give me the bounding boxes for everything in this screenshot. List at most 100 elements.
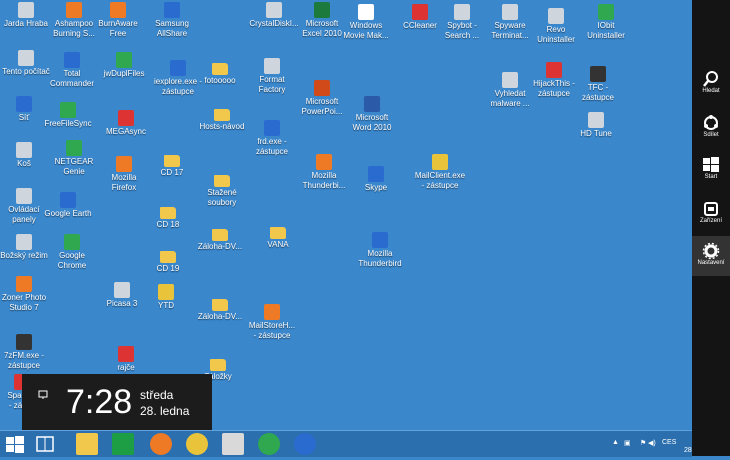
user-folder-icon — [18, 2, 34, 18]
internet-explorer-icon — [170, 60, 186, 76]
charm-share-label: Sdílet — [703, 132, 719, 138]
taskbar-firefox[interactable] — [150, 433, 172, 455]
firefox-icon — [116, 156, 132, 172]
thunderbird-icon — [316, 154, 332, 170]
devices-icon — [702, 200, 720, 218]
netgear-genie-icon — [66, 140, 82, 156]
thunderbird-icon — [372, 232, 388, 248]
folder-icon — [212, 229, 228, 241]
megasync-icon — [118, 110, 134, 126]
desktop-icon-chrome[interactable]: Google Chrome — [40, 234, 104, 271]
windows-logo-icon — [702, 156, 720, 174]
frd-icon — [264, 120, 280, 136]
folder-icon — [212, 63, 228, 75]
tray-language[interactable]: CES — [662, 439, 676, 446]
folder-icon — [214, 175, 230, 187]
desktop-icon-freefilesync[interactable]: FreeFileSync — [36, 102, 100, 129]
spybot-icon — [454, 4, 470, 20]
taskbar-desktop-button[interactable] — [34, 433, 56, 455]
tray-show-hidden-icon[interactable]: ▲ — [612, 439, 619, 446]
desktop-icon-7zfm[interactable]: 7zFM.exe - zástupce — [0, 334, 56, 371]
computer-icon — [18, 50, 34, 66]
charm-devices-label: Zařízení — [699, 218, 722, 224]
desktop[interactable]: Jarda Hraba Ashampoo Burning S... BurnAw… — [0, 0, 692, 430]
desktop-icon-samsung-allshare[interactable]: Samsung AllShare — [140, 2, 204, 39]
folder-icon — [214, 109, 230, 121]
windows-logo-icon — [6, 436, 24, 453]
clock-flyout: 7:28 středa 28. ledna — [22, 374, 212, 430]
charm-settings-label: Nastavení — [697, 260, 725, 266]
desktop-icon-word[interactable]: Microsoft Word 2010 — [340, 96, 404, 133]
samsung-allshare-icon — [164, 2, 180, 18]
taskbar: ▲ ▣ ⚑ ◀) CES 28 — [0, 430, 692, 457]
desktop-icon-megasync[interactable]: MEGAsync — [94, 110, 158, 137]
share-icon — [702, 114, 720, 132]
desktop-icon-frd[interactable]: frd.exe - zástupce — [240, 120, 304, 157]
monitor-icon — [38, 390, 48, 399]
malware-scan-icon — [502, 72, 518, 88]
ccleaner-icon — [412, 4, 428, 20]
jwduplfiles-icon — [116, 52, 132, 68]
desktop-icon-zoner-photo[interactable]: Zoner Photo Studio 7 — [0, 276, 56, 313]
tray-network-icon[interactable]: ▣ — [624, 439, 631, 447]
tray-flag-icon[interactable]: ⚑ — [640, 439, 646, 447]
ytd-icon — [158, 284, 174, 300]
mailclient-icon — [432, 154, 448, 170]
search-icon — [702, 70, 720, 88]
excel-icon — [314, 2, 330, 18]
desktop-icon-rajce[interactable]: rajče — [94, 346, 158, 373]
charm-share[interactable]: Sdílet — [692, 112, 730, 148]
desktop-icon-vana[interactable]: VANA — [246, 224, 310, 250]
taskbar-thunderbird[interactable] — [294, 433, 316, 455]
charm-start[interactable]: Start — [692, 154, 730, 190]
zoner-photo-icon — [16, 276, 32, 292]
taskbar-file-explorer[interactable] — [76, 433, 98, 455]
rajce-icon — [118, 346, 134, 362]
taskbar-chrome[interactable] — [258, 433, 280, 455]
desktop-icon-mailstore[interactable]: MailStoreH... - zástupce — [240, 304, 304, 341]
app-switch-icon — [36, 436, 54, 452]
desktop-icon-tfc[interactable]: TFC - zástupce — [566, 66, 630, 103]
folder-icon — [212, 299, 228, 311]
desktop-icon-cd19[interactable]: CD 19 — [136, 248, 200, 274]
clock-day: středa — [140, 388, 174, 402]
start-button[interactable] — [4, 433, 26, 455]
clock-time: 7:28 — [66, 383, 133, 421]
god-mode-icon — [16, 234, 32, 250]
iobit-icon — [598, 4, 614, 20]
charm-search-label: Hledat — [702, 88, 720, 94]
folder-icon — [210, 359, 226, 371]
movie-maker-icon — [358, 4, 374, 20]
charm-devices[interactable]: Zařízení — [692, 198, 730, 234]
gear-icon — [702, 242, 720, 260]
desktop-icon-mailclient[interactable]: MailClient.exe - zástupce — [408, 154, 472, 191]
taskbar-paint[interactable] — [222, 433, 244, 455]
charm-start-label: Start — [704, 174, 718, 180]
recycle-bin-icon — [16, 142, 32, 158]
7zip-icon — [16, 334, 32, 350]
google-earth-icon — [60, 192, 76, 208]
folder-icon — [160, 207, 176, 219]
desktop-icon-google-earth[interactable]: Google Earth — [36, 192, 100, 219]
burnaware-icon — [110, 2, 126, 18]
desktop-icon-hd-tune[interactable]: HD Tune — [564, 112, 628, 139]
word-icon — [364, 96, 380, 112]
clock-date: 28. ledna — [140, 404, 190, 418]
powerpoint-icon — [314, 80, 330, 96]
desktop-icon-iobit[interactable]: IObit Uninstaller — [574, 4, 638, 41]
charm-settings[interactable]: Nastavení — [692, 236, 730, 276]
skype-icon — [368, 166, 384, 182]
charm-search[interactable]: Hledat — [692, 68, 730, 104]
tray-volume-icon[interactable]: ◀) — [648, 439, 656, 447]
desktop-icon-stazene-soubory[interactable]: Stažené soubory — [190, 172, 254, 208]
desktop-icon-thunderbird[interactable]: Mozilla Thunderbird — [348, 232, 412, 269]
taskbar-store[interactable] — [112, 433, 134, 455]
network-icon — [16, 96, 32, 112]
taskbar-mailclient[interactable] — [186, 433, 208, 455]
ashampoo-icon — [66, 2, 82, 18]
hd-tune-icon — [588, 112, 604, 128]
desktop-icon-skype[interactable]: Skype — [344, 166, 408, 193]
tray-date-fragment[interactable]: 28 — [684, 447, 692, 454]
freefilesync-icon — [60, 102, 76, 118]
mailstore-icon — [264, 304, 280, 320]
